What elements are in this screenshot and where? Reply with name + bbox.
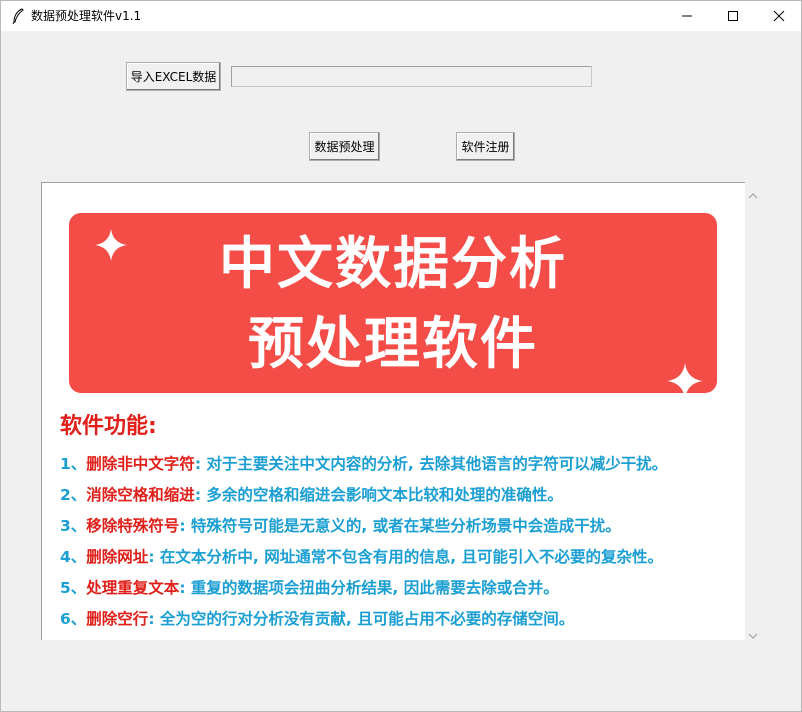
vertical-scrollbar[interactable]	[745, 182, 761, 640]
minimize-icon	[682, 15, 692, 17]
file-path-input[interactable]	[231, 66, 592, 87]
feature-description: : 重复的数据项会扭曲分析结果, 因此需要去除或合并。	[179, 579, 559, 597]
feature-number: 5、	[60, 579, 87, 597]
close-button[interactable]	[756, 1, 802, 31]
feature-item: 2、消除空格和缩进: 多余的空格和缩进会影响文本比较和处理的准确性。	[60, 484, 563, 506]
feature-description: : 特殊符号可能是无意义的, 或者在某些分析场景中会造成干扰。	[179, 517, 621, 535]
preprocess-button[interactable]: 数据预处理	[309, 132, 380, 161]
feature-item: 4、删除网址: 在文本分析中, 网址通常不包含有用的信息, 且可能引入不必要的复…	[60, 546, 663, 568]
maximize-icon	[728, 11, 738, 21]
register-button[interactable]: 软件注册	[456, 132, 515, 161]
feature-item: 1、删除非中文字符: 对于主要关注中文内容的分析, 去除其他语言的字符可以减少干…	[60, 453, 667, 475]
sparkle-icon	[665, 361, 705, 405]
banner-title-line2: 预处理软件	[248, 312, 538, 377]
feature-number: 1、	[60, 455, 87, 473]
feature-item: 6、删除空行: 全为空的行对分析没有贡献, 且可能占用不必要的存储空间。	[60, 608, 574, 630]
window-title: 数据预处理软件v1.1	[31, 9, 142, 23]
feature-keyword: 处理重复文本	[86, 579, 180, 597]
import-excel-button[interactable]: 导入EXCEL数据	[126, 62, 221, 91]
scroll-up-icon[interactable]	[747, 186, 759, 199]
feature-description: : 在文本分析中, 网址通常不包含有用的信息, 且可能引入不必要的复杂性。	[148, 548, 663, 566]
feature-number: 2、	[60, 486, 87, 504]
scroll-down-icon[interactable]	[747, 626, 759, 639]
feature-item: 5、处理重复文本: 重复的数据项会扭曲分析结果, 因此需要去除或合并。	[60, 577, 559, 599]
feature-keyword: 删除非中文字符	[86, 455, 195, 473]
feature-description: : 对于主要关注中文内容的分析, 去除其他语言的字符可以减少干扰。	[194, 455, 668, 473]
feather-icon	[11, 8, 25, 25]
maximize-button[interactable]	[710, 1, 756, 31]
feature-description: : 全为空的行对分析没有贡献, 且可能占用不必要的存储空间。	[148, 610, 575, 628]
banner-title-line1: 中文数据分析	[219, 232, 567, 297]
info-text-area[interactable]: 中文数据分析 预处理软件 软件功能: 1、删除非中文字符: 对于主要关注中文内容…	[41, 182, 745, 640]
close-icon	[773, 10, 785, 22]
feature-item: 3、移除特殊符号: 特殊符号可能是无意义的, 或者在某些分析场景中会造成干扰。	[60, 515, 621, 537]
feature-number: 3、	[60, 517, 87, 535]
feature-description: : 多余的空格和缩进会影响文本比较和处理的准确性。	[194, 486, 563, 504]
feature-number: 6、	[60, 610, 87, 628]
feature-keyword: 删除空行	[86, 610, 149, 628]
feature-number: 4、	[60, 548, 87, 566]
app-window: 数据预处理软件v1.1 导入EXCEL数据 数据预处理 软件注册 中文数据分析 …	[0, 0, 802, 712]
feature-keyword: 删除网址	[86, 548, 149, 566]
title-bar[interactable]: 数据预处理软件v1.1	[1, 1, 801, 31]
feature-keyword: 消除空格和缩进	[86, 486, 195, 504]
feature-keyword: 移除特殊符号	[86, 517, 180, 535]
features-title: 软件功能:	[60, 414, 157, 439]
banner: 中文数据分析 预处理软件	[69, 213, 717, 399]
minimize-button[interactable]	[664, 1, 710, 31]
